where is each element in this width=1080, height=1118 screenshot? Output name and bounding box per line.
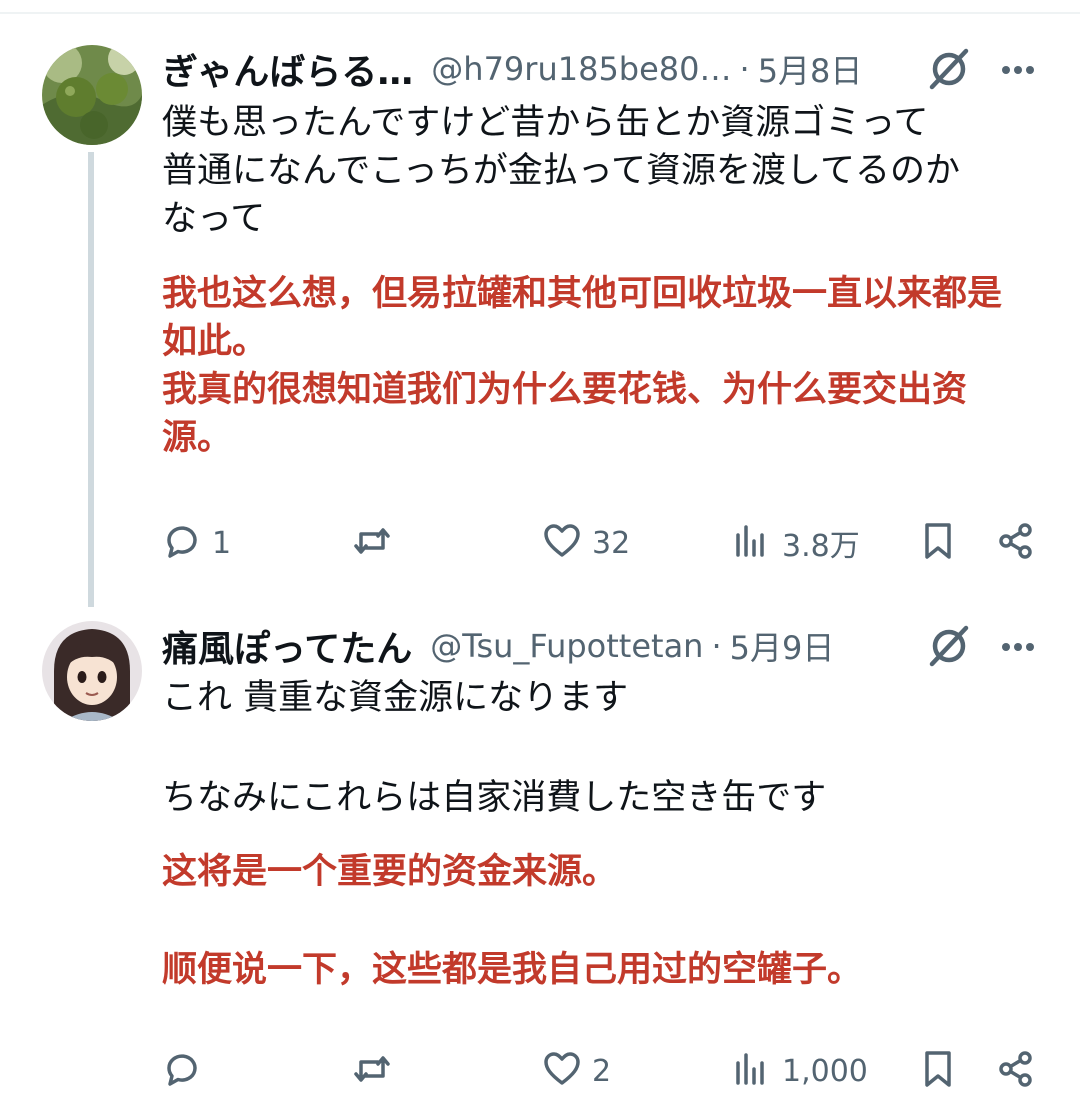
text-line: ちなみにこれらは自家消費した空き缶です <box>162 778 827 818</box>
like-icon <box>542 1049 582 1093</box>
more-icon[interactable] <box>994 621 1044 671</box>
share-icon <box>996 1049 1036 1093</box>
text-line: これ 貴重な資金源になります <box>162 678 629 718</box>
reply-button[interactable]: 1 <box>162 518 231 568</box>
separator-dot: · <box>711 627 722 665</box>
translation-line <box>162 896 1052 946</box>
text-line: 僕も思ったんですけど昔から缶とか資源ゴミって <box>162 103 929 143</box>
translation-line: 如此。 <box>162 322 268 362</box>
views-icon <box>732 1049 772 1093</box>
tweet-text: 僕も思ったんですけど昔から缶とか資源ゴミって 普通になんでこっちが金払って資源を… <box>162 99 1052 243</box>
views-button[interactable]: 3.8万 <box>732 518 860 568</box>
text-line: なって <box>162 199 266 239</box>
translation-line: 我也这么想，但易拉罐和其他可回收垃圾一直以来都是 <box>162 274 1003 314</box>
translation-line: 顺便说一下，这些都是我自己用过的空罐子。 <box>162 950 863 990</box>
like-button[interactable]: 32 <box>542 518 630 568</box>
views-icon <box>732 521 772 565</box>
reply-count: 1 <box>212 525 232 561</box>
text-line: 普通になんでこっちが金払って資源を渡してるのか <box>162 151 961 191</box>
tweet-text: これ 貴重な資金源になります ちなみにこれらは自家消費した空き缶です <box>162 674 1052 822</box>
post-date[interactable]: 5月8日 <box>758 46 863 92</box>
more-icon[interactable] <box>994 44 1044 94</box>
like-count: 32 <box>592 525 631 561</box>
reply-button[interactable] <box>162 1046 212 1096</box>
post-date[interactable]: 5月9日 <box>730 623 835 669</box>
bookmark-icon <box>918 521 958 565</box>
views-count: 3.8万 <box>782 529 860 564</box>
retweet-icon <box>352 1049 392 1093</box>
tweet-2[interactable]: 痛風ぽってたん @Tsu_Fupottetan · 5月9日 これ 貴重な資金源… <box>0 610 1080 1118</box>
text-line <box>162 722 1052 774</box>
translation-line: 我真的很想知道我们为什么要花钱、为什么要交出资 <box>162 370 968 410</box>
avatar[interactable] <box>42 45 142 145</box>
translation-text: 我也这么想，但易拉罐和其他可回收垃圾一直以来都是 如此。 我真的很想知道我们为什… <box>162 270 1052 462</box>
action-bar: 2 1,000 <box>162 1046 1080 1096</box>
retweet-button[interactable] <box>352 518 402 568</box>
share-button[interactable] <box>996 1046 1036 1096</box>
author-name[interactable]: ぎゃんばらる… <box>162 43 413 95</box>
bookmark-button[interactable] <box>918 1046 958 1096</box>
separator-dot: · <box>739 50 750 88</box>
grok-icon[interactable] <box>924 621 974 671</box>
translation-text: 这将是一个重要的资金来源。 顺便说一下，这些都是我自己用过的空罐子。 <box>162 848 1052 994</box>
reply-icon <box>162 521 202 565</box>
views-button[interactable]: 1,000 <box>732 1046 868 1096</box>
share-icon <box>996 521 1036 565</box>
like-button[interactable]: 2 <box>542 1046 611 1096</box>
share-button[interactable] <box>996 518 1036 568</box>
views-count: 1,000 <box>782 1053 868 1089</box>
like-count: 2 <box>592 1053 612 1089</box>
avatar[interactable] <box>42 621 142 721</box>
like-icon <box>542 521 582 565</box>
retweet-icon <box>352 521 392 565</box>
author-handle[interactable]: @Tsu_Fupottetan <box>430 627 703 665</box>
tweet-1[interactable]: ぎゃんばらる… @h79ru185be80… · 5月8日 僕も思ったんですけど… <box>0 0 1080 610</box>
bookmark-icon <box>918 1049 958 1093</box>
translation-line: 这将是一个重要的资金来源。 <box>162 852 618 892</box>
grok-icon[interactable] <box>924 44 974 94</box>
retweet-button[interactable] <box>352 1046 402 1096</box>
action-bar: 1 32 3.8万 <box>162 518 1080 568</box>
author-name[interactable]: 痛風ぽってたん <box>162 620 412 672</box>
reply-icon <box>162 1049 202 1093</box>
thread-line <box>88 152 94 607</box>
bookmark-button[interactable] <box>918 518 958 568</box>
author-handle[interactable]: @h79ru185be80… <box>431 50 731 88</box>
translation-line: 源。 <box>162 418 233 458</box>
